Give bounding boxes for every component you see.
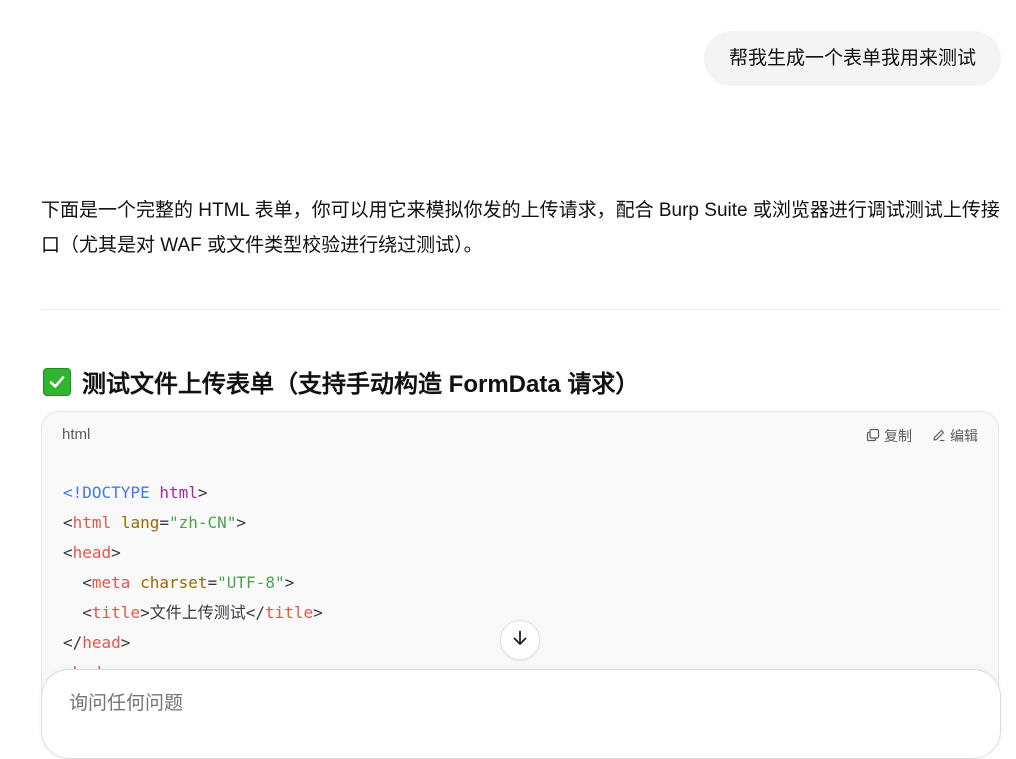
- copy-button[interactable]: 复制: [866, 426, 912, 446]
- code-line: <!DOCTYPE html>: [63, 483, 208, 502]
- code-line: <html lang="zh-CN">: [63, 513, 247, 532]
- divider: [41, 309, 1001, 310]
- code-token: title: [265, 603, 314, 622]
- code-token: "zh-CN": [168, 513, 237, 532]
- section-heading: 测试文件上传表单（支持手动构造 FormData 请求）: [43, 364, 639, 399]
- code-token: head: [72, 543, 112, 562]
- check-mark-icon: [43, 367, 71, 396]
- code-token: html: [159, 483, 198, 502]
- code-token: <!DOCTYPE: [63, 483, 150, 502]
- code-token: title: [91, 603, 141, 622]
- code-line: <head>: [63, 543, 121, 562]
- edit-button[interactable]: 编辑: [932, 426, 978, 446]
- message-composer: [41, 669, 1001, 759]
- arrow-down-icon: [511, 629, 529, 652]
- edit-icon: [932, 428, 946, 445]
- copy-icon: [866, 428, 880, 445]
- assistant-intro-text: 下面是一个完整的 HTML 表单，你可以用它来模拟你发的上传请求，配合 Burp…: [41, 200, 1000, 256]
- code-token: html: [72, 513, 112, 532]
- scroll-to-bottom-button[interactable]: [500, 620, 540, 660]
- code-token: charset: [140, 573, 208, 592]
- section-heading-text: 测试文件上传表单（支持手动构造 FormData 请求）: [82, 371, 640, 398]
- code-content: <!DOCTYPE html> <html lang="zh-CN"> <head>…: [63, 478, 323, 688]
- code-line: <meta charset="UTF-8">: [63, 573, 295, 592]
- code-token: 文件上传测试: [149, 603, 246, 622]
- code-token: head: [82, 633, 121, 652]
- edit-label: 编辑: [950, 428, 978, 444]
- code-token: meta: [91, 573, 131, 592]
- code-actions: 复制 编辑: [866, 426, 978, 446]
- code-line: <title>文件上传测试</title>: [63, 603, 323, 622]
- code-token: "UTF-8": [217, 573, 285, 592]
- message-input[interactable]: [67, 692, 671, 716]
- code-token: lang: [120, 513, 160, 532]
- code-line: </head>: [63, 633, 131, 652]
- code-language-label: html: [62, 426, 91, 443]
- copy-label: 复制: [884, 428, 912, 444]
- user-message-text: 帮我生成一个表单我用来测试: [728, 48, 976, 69]
- user-message-bubble: 帮我生成一个表单我用来测试: [703, 31, 1001, 86]
